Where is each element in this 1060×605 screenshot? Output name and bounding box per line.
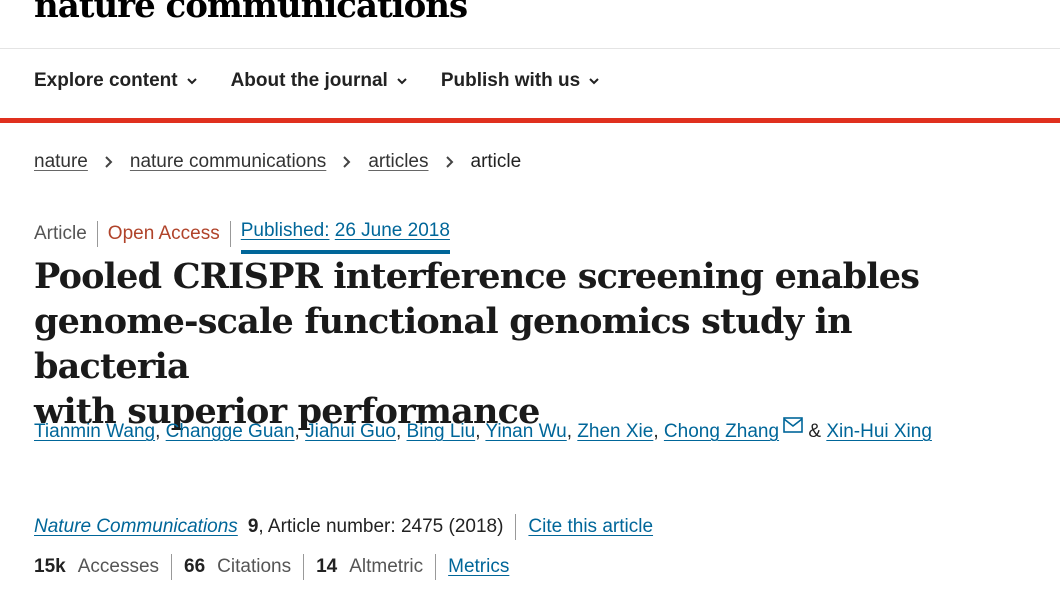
cite-this-article-link[interactable]: Cite this article — [528, 516, 653, 538]
metrics-divider — [171, 554, 173, 580]
breadcrumb-link-nature[interactable]: nature — [34, 151, 88, 173]
nav-publish-with-us[interactable]: Publish with us — [441, 70, 600, 92]
nav-label: Publish with us — [440, 70, 581, 91]
published-label: Published: — [240, 220, 330, 241]
meta-divider — [229, 221, 231, 247]
title-line: genome-scale functional genomics study i… — [34, 301, 853, 387]
breadcrumb-current: article — [470, 151, 522, 172]
altmetric-count: 14 — [316, 556, 338, 577]
journal-volume: 9 — [247, 516, 259, 537]
author-link[interactable]: Jiahui Guo — [305, 421, 396, 442]
author-link[interactable]: Chong Zhang — [664, 421, 779, 442]
author-link[interactable]: Bing Liu — [407, 421, 476, 442]
author-link[interactable]: Xin-Hui Xing — [826, 421, 932, 442]
author-link[interactable]: Tianmin Wang — [34, 421, 155, 442]
metrics-divider — [303, 554, 305, 580]
breadcrumb: nature nature communications articles ar… — [34, 151, 521, 173]
chevron-down-icon — [397, 78, 407, 85]
journal-logo[interactable]: nature communications — [34, 0, 468, 26]
header-divider — [0, 48, 1060, 49]
author-connector: & — [808, 421, 822, 442]
main-nav: Explore content About the journal Publis… — [34, 70, 600, 92]
author-list: Tianmin Wang, Changge Guan, Jiahui Guo, … — [34, 412, 934, 452]
open-access-label: Open Access — [107, 223, 220, 244]
article-metrics: 15k Accesses 66 Citations 14 Altmetric M… — [34, 554, 509, 580]
metrics-link[interactable]: Metrics — [448, 556, 509, 578]
published-date: 26 June 2018 — [334, 220, 450, 241]
author-link[interactable]: Yinan Wu — [485, 421, 566, 442]
nav-accent-bar — [0, 118, 1060, 123]
citations-count: 66 — [184, 556, 206, 577]
mail-icon[interactable] — [783, 417, 803, 433]
journal-name-link[interactable]: Nature Communications — [34, 516, 238, 538]
accesses-count: 15k — [34, 556, 66, 577]
chevron-down-icon — [589, 78, 599, 85]
breadcrumb-link-nature-communications[interactable]: nature communications — [130, 151, 326, 173]
nav-label: Explore content — [34, 70, 178, 91]
altmetric-label: Altmetric — [349, 556, 424, 577]
chevron-right-icon — [105, 156, 113, 168]
breadcrumb-link-articles[interactable]: articles — [368, 151, 428, 173]
nav-explore-content[interactable]: Explore content — [34, 70, 198, 92]
chevron-right-icon — [445, 156, 453, 168]
published-date-link[interactable]: Published: 26 June 2018 — [240, 220, 451, 254]
article-meta: Article Open Access Published: 26 June 2… — [34, 220, 451, 254]
author-link[interactable]: Zhen Xie — [577, 421, 653, 442]
nav-about-journal[interactable]: About the journal — [231, 70, 408, 92]
nav-label: About the journal — [230, 70, 388, 91]
chevron-down-icon — [186, 78, 197, 85]
meta-divider — [96, 221, 98, 247]
title-line: Pooled CRISPR interference screening ena… — [34, 256, 920, 297]
journal-info: Nature Communications 9 , Article number… — [34, 514, 653, 540]
meta-divider — [515, 514, 517, 540]
metrics-divider — [435, 554, 437, 580]
accesses-label: Accesses — [77, 556, 160, 577]
citations-label: Citations — [217, 556, 292, 577]
article-type: Article — [34, 223, 87, 244]
author-link[interactable]: Changge Guan — [166, 421, 295, 442]
article-number: , Article number: 2475 (2018) — [258, 516, 504, 537]
article-title: Pooled CRISPR interference screening ena… — [34, 254, 974, 434]
chevron-right-icon — [343, 156, 351, 168]
